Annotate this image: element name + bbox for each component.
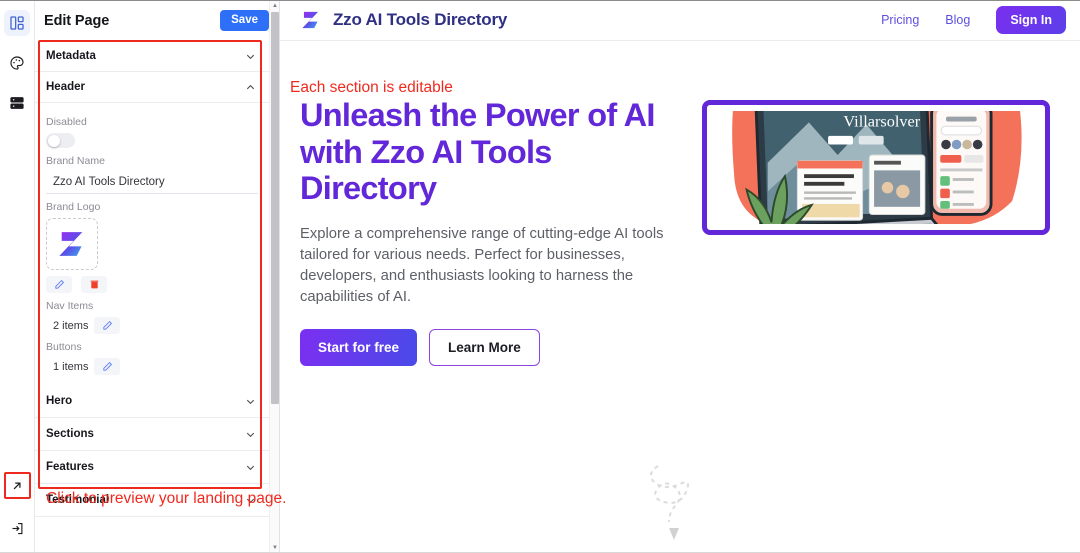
zzo-logo-icon [59,232,83,256]
brand-name-label: Brand Name [46,155,105,167]
icon-rail [0,0,35,553]
site-brand[interactable]: Zzo AI Tools Directory [298,7,507,33]
nav-link-pricing[interactable]: Pricing [881,13,919,27]
panel-scrollbar[interactable]: ▲ ▼ [269,0,279,553]
hero-subtitle: Explore a comprehensive range of cutting… [300,226,664,306]
start-for-free-button[interactable]: Start for free [300,329,418,367]
hero-image-wrap: Villarsolver [690,47,1062,366]
zzo-logo-icon [302,11,319,29]
buttons-count: 1 items [53,360,89,373]
hero-illustration: Villarsolver [713,47,1039,288]
toggle-knob [47,134,60,147]
disabled-label: Disabled [46,116,87,128]
hero-image-frame: Villarsolver [702,47,1050,288]
panel-scroll-region: Metadata Header Disabled Brand Name Bran… [35,41,269,553]
accordion-metadata[interactable]: Metadata [35,41,269,72]
trash-icon [90,280,98,289]
accordion-header[interactable]: Header [35,72,269,103]
hero-content: Unleash the Power of AI with Zzo AI Tool… [300,97,672,367]
database-icon [10,97,24,109]
buttons-label: Buttons [46,341,82,353]
hero-title: Unleash the Power of AI with Zzo AI Tool… [300,97,655,207]
external-link-icon [13,481,21,489]
rail-item-preview[interactable] [3,472,31,499]
pencil-icon [54,279,64,289]
app-root: Edit Page Save Metadata Header Disabled … [0,0,1080,553]
edit-logo-button[interactable] [46,276,72,293]
learn-more-button[interactable]: Learn More [429,329,540,367]
rail-item-theme[interactable] [4,50,30,76]
editor-panel: Edit Page Save Metadata Header Disabled … [35,0,280,553]
annotation-editable-note: Each section is editable [290,79,453,96]
logo-actions [46,276,258,293]
accordion-hero[interactable]: Hero [35,385,269,418]
accordion-features-label: Features [46,461,94,473]
brand-logo-dropzone[interactable] [46,218,98,270]
site-nav: Pricing Blog Sign In [881,6,1066,34]
accordion-features[interactable]: Features [35,451,269,484]
chevron-down-icon [246,54,255,59]
scrollbar-thumb[interactable] [271,12,279,404]
squiggly-arrow-icon [649,465,689,540]
chevron-down-icon [246,399,255,404]
accordion-metadata-label: Metadata [46,50,96,62]
edit-nav-items-button[interactable] [94,317,121,334]
page-title: Edit Page [44,12,110,29]
chevron-up-icon [246,84,255,89]
palette-icon [10,56,24,70]
hero-cta-group: Start for free Learn More [300,329,672,367]
layout-icon [10,16,24,30]
nav-items-row: 2 items [46,317,258,334]
accordion-sections[interactable]: Sections [35,418,269,451]
logout-icon [12,522,22,534]
accordion-header-label: Header [46,81,85,93]
site-brand-name: Zzo AI Tools Directory [333,10,508,29]
rail-item-data[interactable] [4,90,30,116]
accordion-sections-label: Sections [46,428,94,440]
accordion-hero-label: Hero [46,395,73,407]
sign-in-button[interactable]: Sign In [996,6,1066,34]
header-form: Disabled Brand Name Brand Logo [35,103,269,385]
annotation-preview-note: Click to preview your landing page. [46,490,287,507]
nav-items-count: 2 items [53,319,89,332]
brand-logo-label: Brand Logo [46,201,101,213]
delete-logo-button[interactable] [81,276,107,293]
brand-name-input[interactable] [46,174,258,194]
pencil-icon [103,320,113,330]
nav-link-blog[interactable]: Blog [945,13,970,27]
site-header: Zzo AI Tools Directory Pricing Blog Sign… [280,0,1080,41]
edit-buttons-button[interactable] [94,358,121,375]
pencil-icon [103,361,113,371]
scroll-up-arrow[interactable]: ▲ [270,0,279,11]
window-top-border [0,0,1080,1]
svg-text:Villarsolver: Villarsolver [843,111,920,130]
rail-item-layout[interactable] [4,10,30,36]
buttons-row: 1 items [46,358,258,375]
save-button[interactable]: Save [220,10,269,31]
disabled-toggle[interactable] [46,133,75,148]
nav-items-label: Nav Items [46,300,94,312]
chevron-down-icon [246,432,255,437]
rail-item-exit[interactable] [4,515,30,541]
chevron-down-icon [246,465,255,470]
panel-header: Edit Page Save [35,0,279,41]
